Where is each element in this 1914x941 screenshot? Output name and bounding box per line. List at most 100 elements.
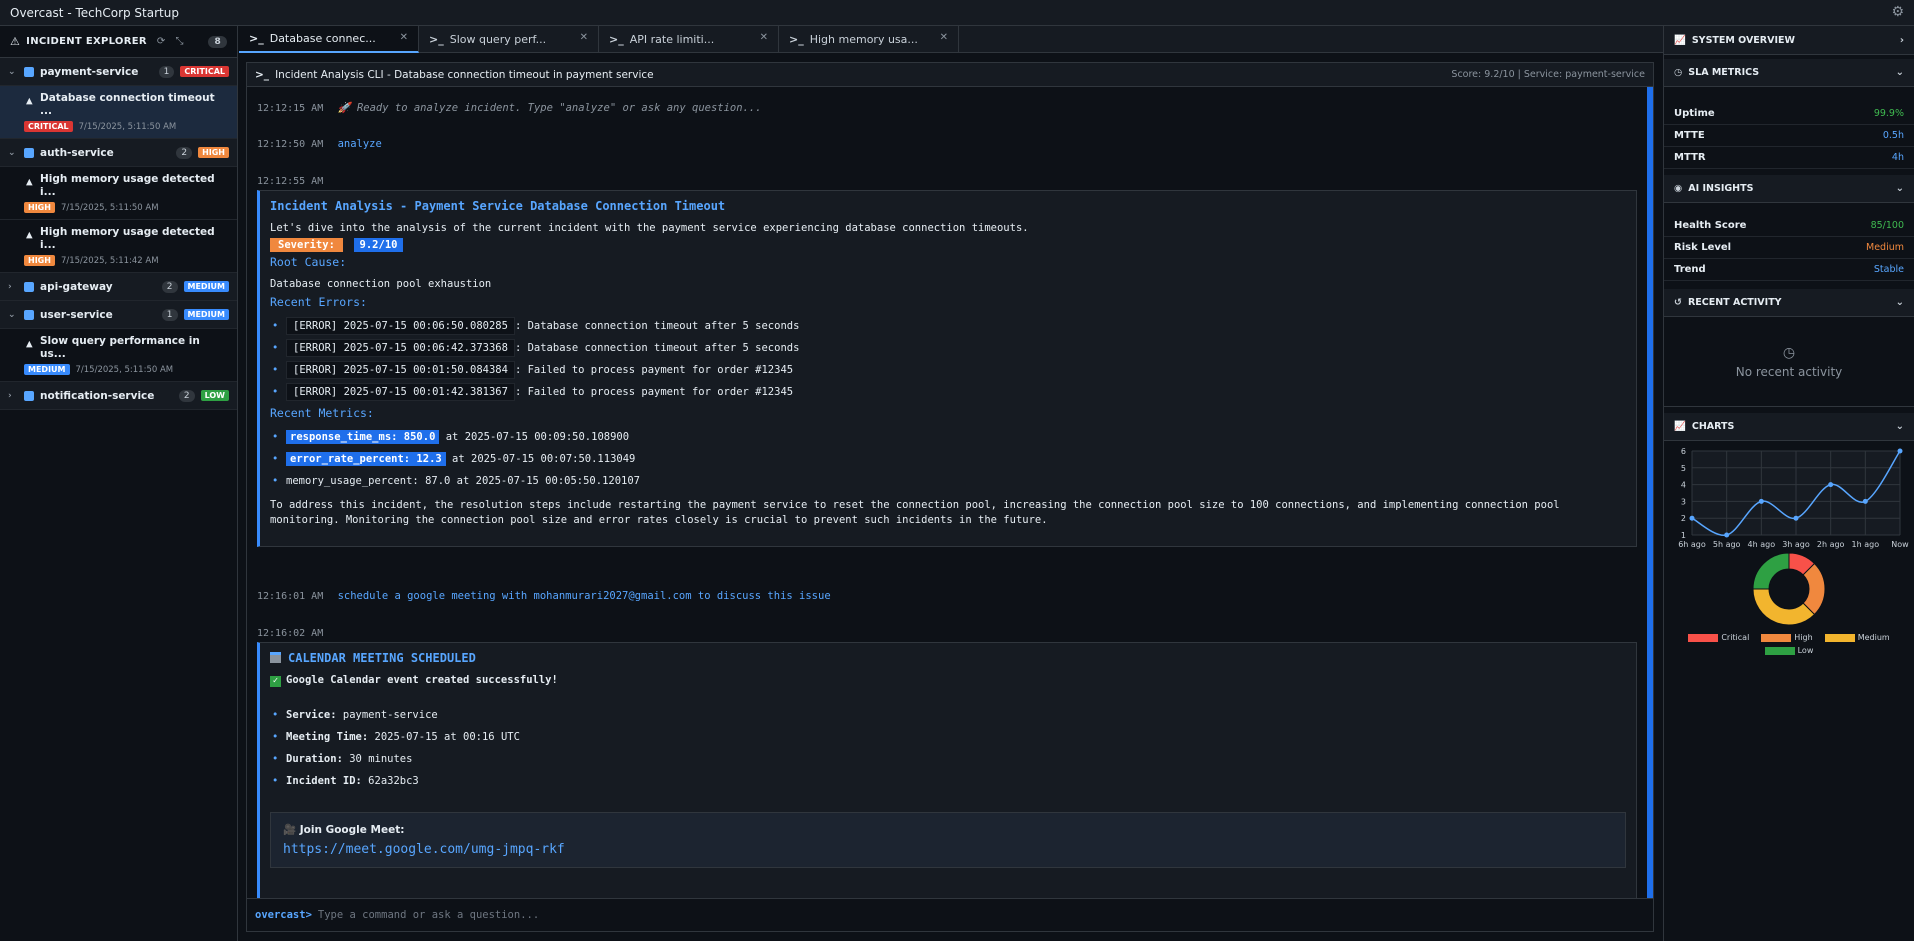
sla-row: MTTR 4h <box>1664 147 1914 169</box>
metric-key: MTTR <box>1674 152 1706 163</box>
sla-section: ◷ SLA METRICS ⌄ Uptime 99.9% MTTE 0.5h MTT… <box>1664 59 1914 169</box>
command-input[interactable] <box>317 909 1645 921</box>
cli-title: Incident Analysis CLI - Database connect… <box>275 68 654 81</box>
error-code: [ERROR] 2025-07-15 00:06:50.080285 <box>286 317 515 335</box>
timestamp: 12:12:55 AM <box>257 176 324 187</box>
database-icon <box>24 281 34 292</box>
meet-link[interactable]: https://meet.google.com/umg-jmpq-rkf <box>283 842 1613 857</box>
list-item: Service: payment-service <box>270 704 1626 726</box>
scrollbar[interactable] <box>1647 87 1653 899</box>
incident-title: High memory usage detected i... <box>40 226 215 251</box>
detail-key: Duration: <box>286 753 343 765</box>
list-item: [ERROR] 2025-07-15 00:01:50.084384: Fail… <box>270 359 1626 381</box>
user-command: schedule a google meeting with mohanmura… <box>337 590 831 602</box>
severity-badge: MEDIUM <box>183 281 229 292</box>
tab-label: Slow query perf... <box>449 33 547 46</box>
tab-api-rate-limit[interactable]: >_ API rate limiti... ✕ <box>599 26 779 53</box>
activity-header[interactable]: ↺ RECENT ACTIVITY ⌄ <box>1664 289 1914 317</box>
chevron-right-icon: › <box>8 390 12 401</box>
meeting-card: CALENDAR MEETING SCHEDULED ✓ Google Calen… <box>257 642 1637 899</box>
donut-slice-low <box>1752 553 1790 590</box>
incident-cli-panel: >_ Incident Analysis CLI - Database conn… <box>246 62 1654 932</box>
donut-legend: Critical High Medium Low <box>1664 633 1914 655</box>
metric-tag: response_time_ms: 850.0 <box>286 430 440 444</box>
chevron-down-icon: ⌄ <box>8 66 16 77</box>
severity-badge: LOW <box>200 390 229 401</box>
chevron-down-icon: ⌄ <box>1895 183 1904 194</box>
terminal-icon: >_ <box>249 32 264 45</box>
metric-list: response_time_ms: 850.0 at 2025-07-15 00… <box>270 426 1626 492</box>
service-api-gateway[interactable]: › api-gateway 2 MEDIUM <box>0 273 237 301</box>
overview-header[interactable]: 📈 SYSTEM OVERVIEW › <box>1664 26 1914 55</box>
incident-title: Slow query performance in us... <box>40 335 200 360</box>
incident-item[interactable]: ▲ Database connection timeout ... CRITIC… <box>0 86 237 139</box>
tab-database-connection[interactable]: >_ Database connec... ✕ <box>239 26 419 53</box>
severity-badge: HIGH <box>24 202 55 213</box>
tab-high-memory[interactable]: >_ High memory usa... ✕ <box>779 26 959 53</box>
y-tick-label: 2 <box>1681 514 1686 523</box>
gear-icon[interactable]: ⚙ <box>1891 4 1904 20</box>
service-name: payment-service <box>40 65 139 78</box>
x-tick-label: 2h ago <box>1817 540 1845 549</box>
tab-bar: >_ Database connec... ✕ >_ Slow query pe… <box>239 26 1663 53</box>
service-name: user-service <box>40 308 113 321</box>
incident-item[interactable]: ▲ High memory usage detected i... HIGH 7… <box>0 167 237 220</box>
service-count: 1 <box>158 65 175 78</box>
database-icon <box>24 147 34 158</box>
detail-value: payment-service <box>336 709 438 721</box>
incident-item[interactable]: ▲ Slow query performance in us... MEDIUM… <box>0 329 237 382</box>
data-point <box>1862 498 1868 504</box>
service-user-service[interactable]: ⌄ user-service 1 MEDIUM <box>0 301 237 329</box>
incident-explorer-sidebar: ⚠ INCIDENT EXPLORER ⟳ ⤡ 8 ⌄ payment-serv… <box>0 26 238 941</box>
list-item: [ERROR] 2025-07-15 00:06:42.373368: Data… <box>270 337 1626 359</box>
service-notification-service[interactable]: › notification-service 2 LOW <box>0 382 237 410</box>
chart-icon: 📈 <box>1674 34 1686 46</box>
close-icon[interactable]: ✕ <box>940 32 948 43</box>
incident-count-badge: 8 <box>208 35 227 48</box>
close-icon[interactable]: ✕ <box>400 32 408 43</box>
refresh-icon[interactable]: ⟳ <box>157 36 166 47</box>
legend-item: Low <box>1764 646 1813 655</box>
sla-header[interactable]: ◷ SLA METRICS ⌄ <box>1664 59 1914 87</box>
cli-header: >_ Incident Analysis CLI - Database conn… <box>247 63 1653 87</box>
google-meet-box: 🎥 Join Google Meet: https://meet.google.… <box>270 812 1626 868</box>
tab-label: High memory usa... <box>809 33 918 46</box>
chevron-down-icon: ⌄ <box>8 309 16 320</box>
collapse-icon[interactable]: ⤡ <box>176 36 184 47</box>
tab-slow-query[interactable]: >_ Slow query perf... ✕ <box>419 26 599 53</box>
analysis-title: Incident Analysis - Payment Service Data… <box>270 199 726 213</box>
cli-log[interactable]: 12:12:15 AM 🚀 Ready to analyze incident.… <box>247 87 1647 899</box>
warning-icon: ▲ <box>26 228 33 241</box>
charts-title: CHARTS <box>1691 421 1735 432</box>
service-auth-service[interactable]: ⌄ auth-service 2 HIGH <box>0 139 237 167</box>
incident-title: Database connection timeout ... <box>40 92 215 117</box>
data-point <box>1828 482 1834 488</box>
close-icon[interactable]: ✕ <box>580 32 588 43</box>
app-title: Overcast - TechCorp Startup <box>10 5 179 20</box>
clock-icon: ◷ <box>1674 67 1683 78</box>
detail-key: Meeting Time: <box>286 731 369 743</box>
legend-item: Critical <box>1688 633 1749 642</box>
detail-key: Incident ID: <box>286 775 362 787</box>
metric-value: 99.9% <box>1873 108 1904 119</box>
ai-header[interactable]: ◉ AI INSIGHTS ⌄ <box>1664 175 1914 203</box>
chevron-down-icon: ⌄ <box>8 147 16 158</box>
incident-time: 7/15/2025, 5:11:50 AM <box>75 364 174 375</box>
data-point <box>1758 498 1764 504</box>
metric-value: 4h <box>1891 152 1904 163</box>
list-item: memory_usage_percent: 87.0 at 2025-07-15… <box>270 470 1626 492</box>
charts-header[interactable]: 📈 CHARTS ⌄ <box>1664 413 1914 441</box>
donut-slice-medium <box>1752 588 1816 626</box>
data-point <box>1689 515 1695 521</box>
tab-label: API rate limiti... <box>629 33 715 46</box>
incident-item[interactable]: ▲ High memory usage detected i... HIGH 7… <box>0 220 237 273</box>
timestamp: 12:16:01 AM <box>257 591 324 602</box>
incident-title: High memory usage detected i... <box>40 173 215 198</box>
x-tick-label: 5h ago <box>1713 540 1741 549</box>
database-icon <box>24 309 34 320</box>
brain-icon: ◉ <box>1674 183 1683 194</box>
service-payment-service[interactable]: ⌄ payment-service 1 CRITICAL <box>0 58 237 86</box>
ai-section: ◉ AI INSIGHTS ⌄ Health Score 85/100 Risk … <box>1664 175 1914 281</box>
close-icon[interactable]: ✕ <box>760 32 768 43</box>
data-point <box>1724 532 1730 538</box>
